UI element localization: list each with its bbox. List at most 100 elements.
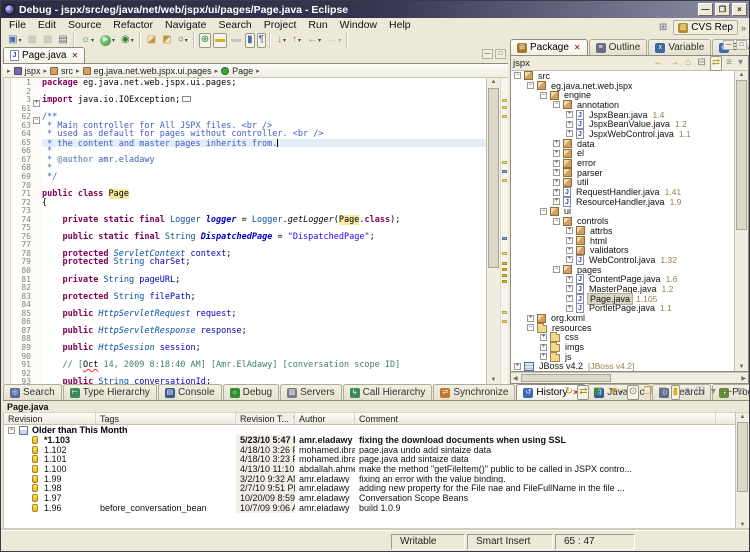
close-button[interactable]: × [732, 3, 747, 16]
next-annotation-button[interactable]: ↓▾ [275, 33, 288, 48]
expand-icon[interactable]: + [527, 315, 534, 322]
open-resource-button[interactable]: ◩ [160, 33, 173, 48]
group-by-date-button[interactable]: ⊙ [627, 385, 639, 400]
close-tab-icon[interactable]: ✕ [71, 51, 78, 60]
tree-item-org-kxml[interactable]: +org.kxml [511, 313, 748, 323]
up-button[interactable]: ⌂ [683, 56, 693, 71]
restore-button[interactable]: ❐ [715, 3, 730, 16]
menu-source[interactable]: Source [62, 19, 107, 31]
tree-item-engine[interactable]: −engine [511, 90, 748, 100]
menu-search[interactable]: Search [212, 19, 257, 31]
fold-collapse-icon[interactable]: − [33, 113, 42, 122]
new-wizard-button[interactable]: ▣▾ [6, 33, 23, 48]
link-with-editor-button[interactable]: ⇄ [577, 385, 589, 400]
tab-package[interactable]: ⊞Package✕ [510, 39, 588, 55]
expand-icon[interactable]: + [566, 111, 573, 118]
dropdown-caret-icon[interactable]: ▾ [620, 389, 623, 396]
menu-caret-button[interactable]: ▾ [736, 56, 745, 71]
menu-help[interactable]: Help [383, 19, 417, 31]
tab-variable[interactable]: xVariable [648, 39, 711, 55]
external-tools-button[interactable]: ◉▾ [119, 33, 136, 48]
breadcrumb-item-page[interactable]: Page [221, 66, 253, 76]
forward-button[interactable]: →▾ [325, 33, 343, 48]
perspective-overflow[interactable]: » [741, 23, 746, 33]
expand-icon[interactable]: + [566, 237, 573, 244]
expand-icon[interactable]: + [514, 363, 521, 370]
menu-project[interactable]: Project [258, 19, 303, 31]
package-explorer-tree[interactable]: −src−eg.java.net.web.jspx−engine−annotat… [510, 71, 749, 372]
minimize-button[interactable]: — [698, 3, 713, 16]
history-group-row[interactable]: −Older than This Month [4, 425, 749, 435]
menu-window[interactable]: Window [334, 19, 383, 31]
dropdown-caret-icon[interactable]: ▾ [318, 37, 321, 44]
back-button[interactable]: ← [651, 56, 665, 71]
dropdown-caret-icon[interactable]: ▾ [112, 37, 115, 44]
breadcrumb-item-eg-java-net-web-jspx-ui-pages[interactable]: eg.java.net.web.jspx.ui.pages [83, 66, 212, 76]
minimize-editor-button[interactable]: — [482, 49, 493, 59]
view-menu-caret-button[interactable]: ▾ [709, 385, 718, 400]
editor-vertical-scrollbar[interactable]: ▲ ▼ [486, 78, 500, 384]
tab-call-hierarchy[interactable]: ↳Call Hierarchy [343, 384, 433, 400]
dropdown-caret-icon[interactable]: ▾ [131, 37, 134, 44]
filter-button[interactable]: ▼▾ [607, 385, 625, 400]
annotation-mark[interactable] [502, 268, 507, 271]
annotation-mark[interactable] [502, 262, 507, 265]
menu-run[interactable]: Run [302, 19, 333, 31]
expand-icon[interactable]: + [566, 247, 573, 254]
tree-item-eg-java-net-web-jspx[interactable]: −eg.java.net.web.jspx [511, 81, 748, 91]
maximize-panel-button[interactable]: □ [736, 40, 747, 50]
expand-icon[interactable]: + [553, 140, 560, 147]
dropdown-caret-icon[interactable]: ▾ [283, 37, 286, 44]
tree-vertical-scrollbar[interactable]: ▲ ▼ [734, 71, 748, 371]
annotation-mark[interactable] [502, 179, 507, 182]
collapse-icon[interactable]: − [8, 427, 15, 434]
expand-icon[interactable]: + [566, 227, 573, 234]
expand-icon[interactable]: + [540, 353, 547, 360]
column-header-author[interactable]: Author [295, 413, 355, 424]
collapse-icon[interactable]: − [527, 324, 534, 331]
collapse-icon[interactable]: − [514, 72, 521, 79]
maximize-view-button[interactable]: □ [736, 385, 746, 400]
annotation-mark[interactable] [502, 311, 507, 314]
expand-icon[interactable]: + [566, 295, 573, 302]
dropdown-caret-icon[interactable]: ▾ [185, 37, 188, 44]
new-window-button[interactable]: ❏ [694, 385, 707, 400]
expand-icon[interactable]: + [553, 198, 560, 205]
dropdown-caret-icon[interactable]: ▾ [338, 37, 341, 44]
tree-item-webcontrol-java[interactable]: +JWebControl.java1.32 [511, 255, 748, 265]
dropdown-caret-icon[interactable]: ▾ [298, 37, 301, 44]
expand-icon[interactable]: + [566, 121, 573, 128]
print-button[interactable]: ▤ [56, 33, 69, 48]
column-header-revision-t[interactable]: Revision T...▼ [236, 413, 295, 424]
minimize-panel-button[interactable]: — [723, 40, 734, 50]
tree-item-portletpage-java[interactable]: +JPortletPage.java1.1 [511, 304, 748, 314]
show-block-button[interactable]: ▮ [245, 33, 255, 48]
tree-item-html[interactable]: +html [511, 236, 748, 246]
tab-search[interactable]: ◎Search [3, 384, 62, 400]
annotation-mark[interactable] [502, 280, 507, 283]
collapse-icon[interactable]: − [553, 218, 560, 225]
dropdown-caret-icon[interactable]: ▾ [91, 37, 94, 44]
highlight-off-button[interactable]: ▬ [229, 33, 243, 48]
tree-item-ui[interactable]: −ui [511, 207, 748, 217]
tree-item-jspxbean-java[interactable]: +JJspxBean.java1.4 [511, 110, 748, 120]
tree-item-error[interactable]: +error [511, 158, 748, 168]
forward-button[interactable]: → [667, 56, 681, 71]
tree-item-page-java[interactable]: +JPage.java1.105 [511, 294, 748, 304]
column-header-comment[interactable]: Comment [355, 413, 716, 424]
tree-item-controls[interactable]: −controls [511, 216, 748, 226]
breadcrumb-item-jspx[interactable]: jspx [14, 66, 41, 76]
previous-annotation-button[interactable]: ↑▾ [290, 33, 303, 48]
code-text-area[interactable]: package eg.java.net.web.jspx.ui.pages;im… [42, 78, 486, 384]
save-button[interactable]: ▦ [25, 33, 38, 48]
show-revisions-button[interactable]: ❒ [641, 385, 654, 400]
show-tag-column-button[interactable]: ▮ [671, 385, 681, 400]
expand-icon[interactable]: + [566, 305, 573, 312]
history-vertical-scrollbar[interactable]: ▲ ▼ [735, 413, 749, 529]
expand-icon[interactable]: + [566, 276, 573, 283]
history-row[interactable]: 1.1024/18/10 3:26 PMmohamed.ibrahimpage.… [4, 445, 749, 455]
collapse-icon[interactable]: − [553, 266, 560, 273]
overview-ruler[interactable] [500, 78, 508, 384]
debug-button[interactable]: ☼▾ [79, 33, 96, 48]
tree-item-jspxbeanvalue-java[interactable]: +JJspxBeanValue.java1.2 [511, 119, 748, 129]
